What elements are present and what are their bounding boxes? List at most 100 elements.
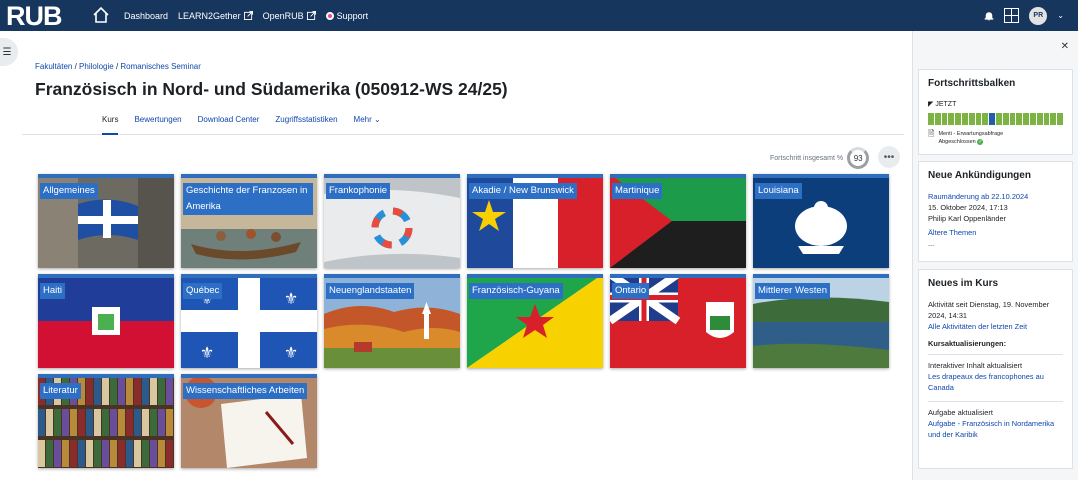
check-icon: ✓ (977, 139, 984, 145)
progress-segment[interactable] (1009, 113, 1016, 125)
progress-segment[interactable] (961, 113, 968, 125)
recent-activity-block: Neues im Kurs Aktivität seit Dienstag, 1… (918, 269, 1073, 469)
progress-segment[interactable] (982, 113, 989, 125)
external-link-icon (243, 11, 253, 20)
nav-learn2gether[interactable]: LEARN2Gether (178, 11, 253, 21)
tile-accent-bar (610, 274, 746, 278)
progress-segment[interactable] (1036, 113, 1043, 125)
tile-accent-bar (467, 174, 603, 178)
svg-text:⚜: ⚜ (284, 289, 298, 308)
course-section-tile[interactable]: ⚜⚜⚜⚜ Québec (181, 274, 317, 368)
progress-segment[interactable] (1002, 113, 1009, 125)
progress-segment[interactable] (928, 113, 934, 125)
progress-segment[interactable] (975, 113, 982, 125)
course-section-tile[interactable]: Mittlerer Westen (753, 274, 889, 368)
course-index-toggle[interactable]: ☰ (0, 38, 18, 66)
tile-accent-bar (38, 174, 174, 178)
course-section-tile[interactable]: Wissenschaftliches Arbeiten (181, 374, 317, 468)
update-type: Aufgabe aktualisiert (928, 408, 993, 417)
progress-bar-block: Fortschrittsbalken ◤ JETZT 🗎 Menti - Erw… (918, 69, 1073, 155)
progress-item[interactable]: 🗎 Menti - Erwartungsabfrage Abgeschlosse… (928, 130, 1063, 146)
chevron-down-icon[interactable]: ⌄ (1057, 11, 1064, 20)
announcement-date: 15. Oktober 2024, 17:13 (928, 203, 1008, 212)
list-icon: ☰ (2, 46, 12, 58)
progress-segment[interactable] (989, 113, 995, 125)
progress-segment[interactable] (1016, 113, 1023, 125)
tile-accent-bar (324, 174, 460, 178)
breadcrumb-item[interactable]: Romanisches Seminar (120, 62, 200, 71)
tile-label: Ontario (612, 283, 650, 299)
announcement-author: Philip Karl Oppenländer (928, 214, 1007, 223)
bell-icon[interactable] (984, 11, 994, 21)
svg-text:⚜: ⚜ (284, 343, 298, 362)
home-icon[interactable] (92, 6, 110, 24)
nav-openrub[interactable]: OpenRUB (263, 11, 316, 21)
update-link[interactable]: Les drapeaux des francophones au Canada (928, 372, 1044, 392)
course-section-tile[interactable]: Haiti (38, 274, 174, 368)
activity-since: Aktivität seit Dienstag, 19. November 20… (928, 300, 1050, 320)
breadcrumb: Fakultäten / Philologie / Romanisches Se… (35, 62, 201, 71)
progress-segment[interactable] (955, 113, 961, 125)
course-section-tile[interactable]: Martinique (610, 174, 746, 268)
tab-bewertungen[interactable]: Bewertungen (134, 108, 181, 135)
block-title: Fortschrittsbalken (928, 78, 1016, 89)
progress-circle: 93 (847, 147, 870, 169)
course-section-tile[interactable]: Literatur (38, 374, 174, 468)
progress-segment[interactable] (968, 113, 975, 125)
progress-segment[interactable] (1043, 113, 1050, 125)
external-link-icon (306, 11, 316, 20)
user-avatar[interactable]: PR (1029, 6, 1048, 25)
more-options-button[interactable]: ••• (878, 146, 900, 168)
breadcrumb-item[interactable]: Philologie (79, 62, 114, 71)
progress-segment[interactable] (1057, 113, 1063, 125)
page-title: Französisch in Nord- und Südamerika (050… (35, 79, 508, 99)
progress-segments[interactable] (928, 113, 1063, 125)
nav-dashboard[interactable]: Dashboard (124, 11, 168, 21)
tile-accent-bar (181, 174, 317, 178)
tile-label: Allgemeines (40, 183, 98, 199)
updates-heading: Kursaktualisierungen: (928, 339, 1007, 348)
tab-download-center[interactable]: Download Center (198, 108, 260, 135)
course-section-tile[interactable]: Akadie / New Brunswick (467, 174, 603, 268)
course-section-tile[interactable]: Neuenglandstaaten (324, 274, 460, 368)
older-topics-link[interactable]: Ältere Themen (928, 227, 1063, 238)
block-title: Neue Ankündigungen (928, 170, 1031, 181)
update-type: Interaktiver Inhalt aktualisiert (928, 361, 1023, 370)
close-icon[interactable]: ✕ (1061, 41, 1069, 52)
apps-grid-icon[interactable] (1004, 8, 1020, 23)
tile-accent-bar (38, 274, 174, 278)
breadcrumb-item[interactable]: Fakultäten (35, 62, 72, 71)
tile-label: Wissenschaftliches Arbeiten (183, 383, 308, 399)
tile-accent-bar (324, 274, 460, 278)
tile-accent-bar (753, 274, 889, 278)
progress-segment[interactable] (934, 113, 941, 125)
tab-zugriffsstatistiken[interactable]: Zugriffsstatistiken (275, 108, 337, 135)
flag-icon: ◤ (928, 101, 934, 108)
progress-segment[interactable] (948, 113, 955, 125)
tile-accent-bar (181, 274, 317, 278)
update-link[interactable]: Aufgabe - Französisch in Nordamerika und… (928, 419, 1054, 439)
course-section-tile[interactable]: Allgemeines (38, 174, 174, 268)
tile-accent-bar (610, 174, 746, 178)
support-icon (325, 11, 334, 20)
progress-segment[interactable] (1050, 113, 1057, 125)
nav-support[interactable]: Support (325, 11, 368, 21)
tile-label: Haiti (40, 283, 66, 299)
rub-logo[interactable]: RUB (6, 2, 62, 30)
tile-label: Geschichte der Franzosen in Amerika (183, 183, 313, 215)
progress-label: Fortschritt insgesamt % (770, 154, 844, 162)
course-section-tile[interactable]: Französisch-Guyana (467, 274, 603, 368)
tab-kurs[interactable]: Kurs (102, 108, 119, 135)
tab-mehr[interactable]: Mehr ⌄ (354, 108, 381, 135)
progress-segment[interactable] (941, 113, 948, 125)
course-section-tile[interactable]: Ontario (610, 274, 746, 368)
tile-label: Martinique (612, 183, 663, 199)
progress-segment[interactable] (995, 113, 1002, 125)
progress-segment[interactable] (1029, 113, 1036, 125)
all-activities-link[interactable]: Alle Aktivitäten der letzten Zeit (928, 322, 1027, 331)
course-section-tile[interactable]: Frankophonie (324, 174, 460, 268)
announcement-link[interactable]: Raumänderung ab 22.10.2024 (928, 192, 1028, 201)
course-section-tile[interactable]: Geschichte der Franzosen in Amerika (181, 174, 317, 268)
progress-segment[interactable] (1023, 113, 1029, 125)
course-section-tile[interactable]: Louisiana (753, 174, 889, 268)
